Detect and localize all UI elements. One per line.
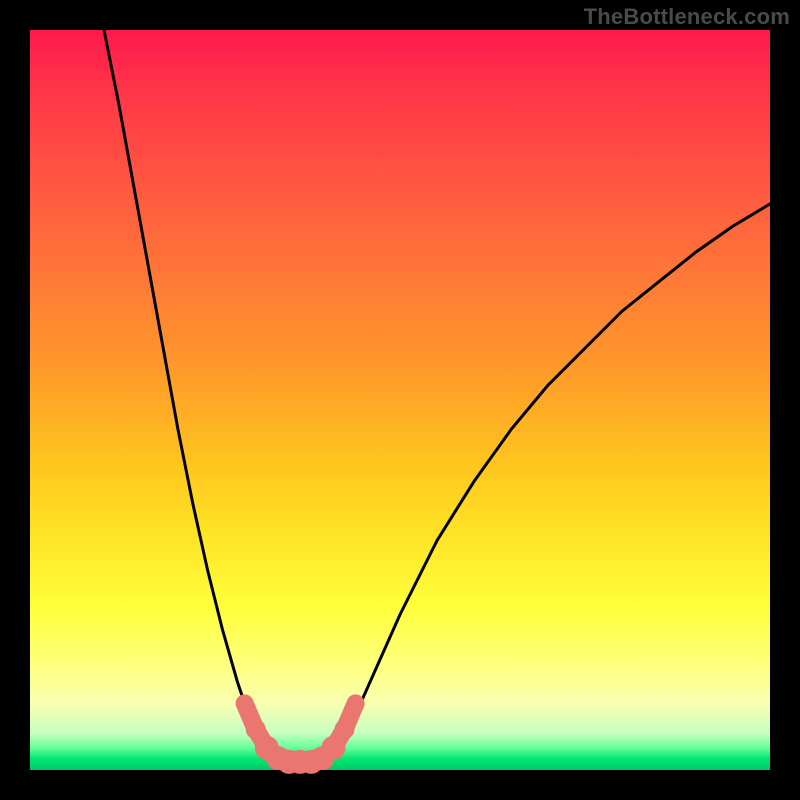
marker-dot xyxy=(349,696,363,710)
curve-layer xyxy=(30,30,770,770)
marker-dot xyxy=(238,696,252,710)
left-branch xyxy=(104,30,282,760)
marker-dot xyxy=(246,719,266,739)
watermark-text: TheBottleneck.com xyxy=(584,4,790,30)
chart-frame: TheBottleneck.com xyxy=(0,0,800,800)
marker-dot xyxy=(321,736,345,760)
plot-area xyxy=(30,30,770,770)
curve-group xyxy=(104,30,770,760)
right-branch xyxy=(326,204,770,760)
marker-group xyxy=(238,696,363,773)
marker-dot xyxy=(335,719,355,739)
